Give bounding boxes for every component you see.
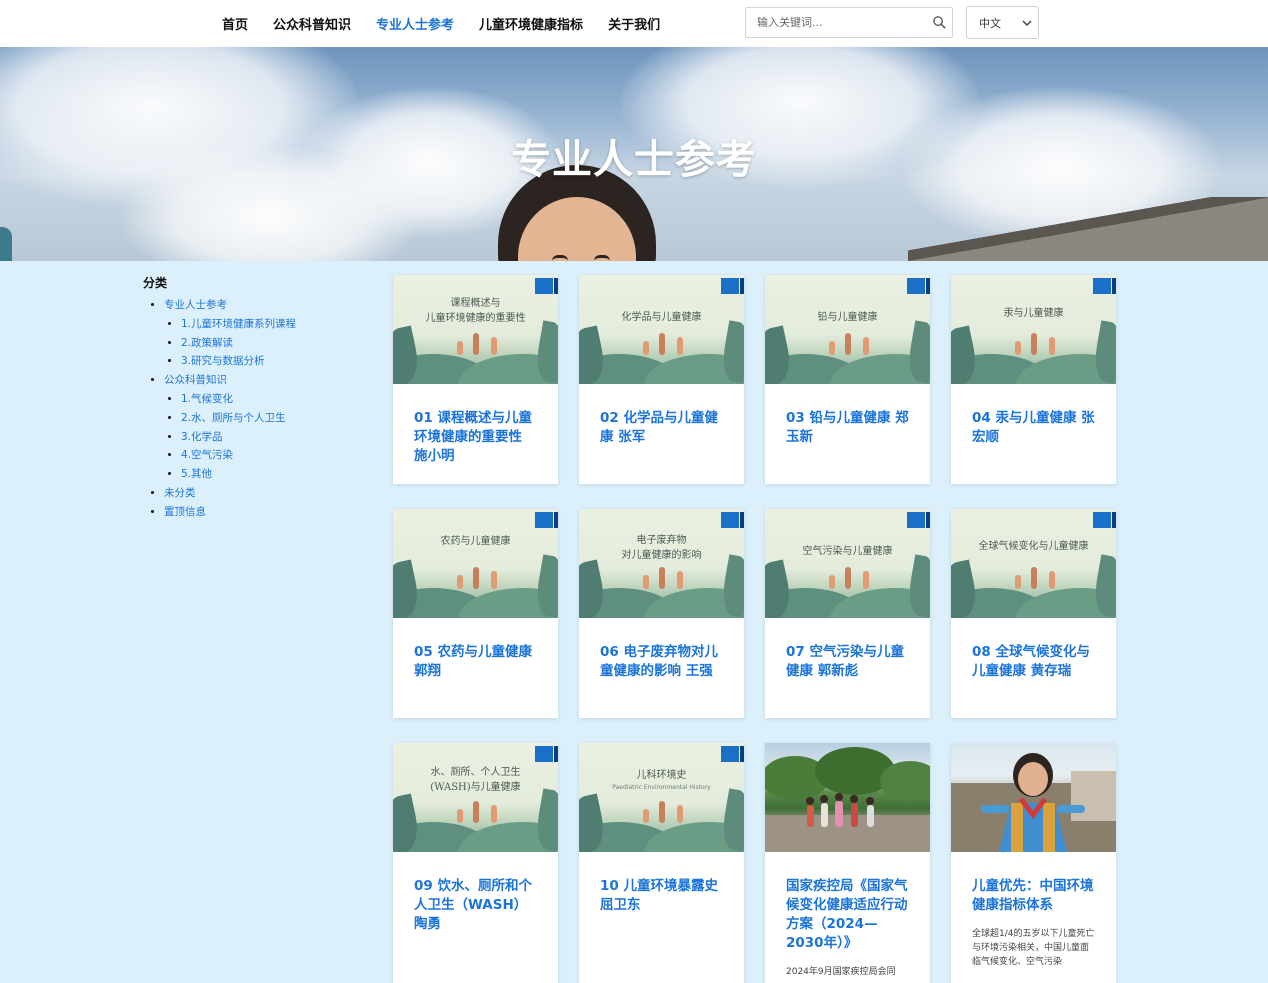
language-selected: 中文	[979, 16, 1001, 30]
card-title[interactable]: 01 课程概述与儿童环境健康的重要性 施小明	[393, 384, 558, 466]
card-thumbnail: 水、厕所、个人卫生 (WASH)与儿童健康	[393, 743, 558, 852]
card-title[interactable]: 08 全球气候变化与儿童健康 黄存瑞	[951, 618, 1116, 681]
category-item: 公众科普知识 1.气候变化 2.水、厕所与个人卫生 3.化学品 4.空气污染 5…	[164, 371, 373, 484]
category-link-professional[interactable]: 专业人士参考	[164, 299, 227, 311]
thumbnail-subtitle: Paediatric Environmental History	[612, 784, 711, 791]
article-card[interactable]: 国家疾控局《国家气候变化健康适应行动方案（2024—2030年）》 2024年9…	[765, 743, 930, 983]
article-card[interactable]: 铅与儿童健康 03 铅与儿童健康 郑玉新	[765, 275, 930, 484]
card-thumbnail: 铅与儿童健康	[765, 275, 930, 384]
category-link-pinned[interactable]: 置顶信息	[164, 506, 206, 518]
card-thumbnail: 儿科环境史 Paediatric Environmental History	[579, 743, 744, 852]
subcategory-link[interactable]: 1.气候变化	[181, 393, 233, 405]
nav-public-science[interactable]: 公众科普知识	[273, 14, 351, 33]
search-icon[interactable]	[932, 15, 947, 30]
hero-photo-eye	[594, 255, 610, 261]
card-title[interactable]: 05 农药与儿童健康 郭翔	[393, 618, 558, 681]
subcategory-item: 2.政策解读	[181, 334, 373, 353]
subcategory-link[interactable]: 4.空气污染	[181, 449, 233, 461]
article-card[interactable]: 农药与儿童健康 05 农药与儿童健康 郭翔	[393, 509, 558, 718]
card-title[interactable]: 国家疾控局《国家气候变化健康适应行动方案（2024—2030年）》	[765, 852, 930, 953]
thumbnail-title: 课程概述与 儿童环境健康的重要性	[425, 298, 526, 324]
hero-banner: 专业人士参考	[0, 47, 1268, 261]
article-card[interactable]: 汞与儿童健康 04 汞与儿童健康 张宏顺	[951, 275, 1116, 484]
card-photo-children-playground	[765, 743, 930, 852]
card-title[interactable]: 02 化学品与儿童健康 张军	[579, 384, 744, 447]
category-link-public[interactable]: 公众科普知识	[164, 374, 227, 386]
article-card[interactable]: 儿科环境史 Paediatric Environmental History 1…	[579, 743, 744, 983]
thumbnail-title: 农药与儿童健康	[440, 536, 511, 547]
thumbnail-title: 儿科环境史	[636, 770, 687, 781]
nav-child-env-health-indicators[interactable]: 儿童环境健康指标	[479, 14, 583, 33]
nav-professional-reference[interactable]: 专业人士参考	[376, 14, 454, 33]
card-thumbnail: 电子废弃物 对儿童健康的影响	[579, 509, 744, 618]
subcategory-list: 1.儿童环境健康系列课程 2.政策解读 3.研究与数据分析	[164, 315, 373, 371]
subcategory-item: 2.水、厕所与个人卫生	[181, 409, 373, 428]
edge-decoration	[0, 227, 12, 261]
article-card[interactable]: 全球气候变化与儿童健康 08 全球气候变化与儿童健康 黄存瑞	[951, 509, 1116, 718]
chevron-down-icon	[1022, 20, 1032, 27]
article-card[interactable]: 电子废弃物 对儿童健康的影响 06 电子废弃物对儿童健康的影响 王强	[579, 509, 744, 718]
thumbnail-title: 全球气候变化与儿童健康	[978, 541, 1089, 552]
hero-photo-eye	[552, 255, 568, 261]
subcategory-link[interactable]: 5.其他	[181, 468, 212, 480]
roof-decoration	[908, 197, 1268, 261]
card-title[interactable]: 07 空气污染与儿童健康 郭新彪	[765, 618, 930, 681]
card-title[interactable]: 10 儿童环境暴露史 屈卫东	[579, 852, 744, 915]
card-thumbnail: 化学品与儿童健康	[579, 275, 744, 384]
thumbnail-title: 电子废弃物 对儿童健康的影响	[621, 535, 702, 561]
card-title[interactable]: 09 饮水、厕所和个人卫生（WASH） 陶勇	[393, 852, 558, 934]
category-item: 未分类	[164, 484, 373, 503]
thumbnail-title: 空气污染与儿童健康	[802, 546, 893, 557]
subcategory-item: 3.研究与数据分析	[181, 352, 373, 371]
thumbnail-title: 汞与儿童健康	[1003, 308, 1064, 319]
card-thumbnail: 课程概述与 儿童环境健康的重要性	[393, 275, 558, 384]
subcategory-link[interactable]: 1.儿童环境健康系列课程	[181, 318, 296, 330]
page-title: 专业人士参考	[511, 137, 757, 183]
article-card[interactable]: 水、厕所、个人卫生 (WASH)与儿童健康 09 饮水、厕所和个人卫生（WASH…	[393, 743, 558, 983]
card-title[interactable]: 06 电子废弃物对儿童健康的影响 王强	[579, 618, 744, 681]
thumbnail-title: 化学品与儿童健康	[621, 312, 702, 323]
card-photo-child-smiling	[951, 743, 1116, 852]
article-card[interactable]: 课程概述与 儿童环境健康的重要性 01 课程概述与儿童环境健康的重要性 施小明	[393, 275, 558, 484]
article-card[interactable]: 儿童优先：中国环境健康指标体系 全球超1/4的五岁以下儿童死亡与环境污染相关，中…	[951, 743, 1116, 983]
top-bar: 首页 公众科普知识 专业人士参考 儿童环境健康指标 关于我们 中文	[0, 0, 1268, 47]
card-title[interactable]: 03 铅与儿童健康 郑玉新	[765, 384, 930, 447]
nav-about-us[interactable]: 关于我们	[608, 14, 660, 33]
subcategory-item: 3.化学品	[181, 428, 373, 447]
nav-home[interactable]: 首页	[222, 14, 248, 33]
category-item: 置顶信息	[164, 503, 373, 522]
subcategory-list: 1.气候变化 2.水、厕所与个人卫生 3.化学品 4.空气污染 5.其他	[164, 390, 373, 484]
subcategory-item: 1.气候变化	[181, 390, 373, 409]
card-title[interactable]: 儿童优先：中国环境健康指标体系	[951, 852, 1116, 915]
subcategory-link[interactable]: 2.政策解读	[181, 337, 233, 349]
search-box	[745, 7, 953, 38]
photo-illustration	[765, 747, 930, 852]
card-excerpt: 2024年9月国家疾控局会同	[786, 967, 896, 977]
subcategory-item: 1.儿童环境健康系列课程	[181, 315, 373, 334]
search-input[interactable]	[746, 8, 926, 37]
card-thumbnail: 农药与儿童健康	[393, 509, 558, 618]
subcategory-item: 4.空气污染	[181, 446, 373, 465]
category-list: 专业人士参考 1.儿童环境健康系列课程 2.政策解读 3.研究与数据分析 公众科…	[143, 296, 373, 522]
card-thumbnail: 汞与儿童健康	[951, 275, 1116, 384]
card-title[interactable]: 04 汞与儿童健康 张宏顺	[951, 384, 1116, 447]
thumbnail-title: 水、厕所、个人卫生 (WASH)与儿童健康	[430, 767, 521, 793]
card-thumbnail: 全球气候变化与儿童健康	[951, 509, 1116, 618]
article-card[interactable]: 化学品与儿童健康 02 化学品与儿童健康 张军	[579, 275, 744, 484]
category-item: 专业人士参考 1.儿童环境健康系列课程 2.政策解读 3.研究与数据分析	[164, 296, 373, 371]
card-excerpt: 全球超1/4的五岁以下儿童死亡与环境污染相关，中国儿童面临气候变化、空气污染	[972, 929, 1095, 967]
subcategory-item: 5.其他	[181, 465, 373, 484]
sidebar-heading: 分类	[143, 276, 168, 290]
main-nav: 首页 公众科普知识 专业人士参考 儿童环境健康指标 关于我们	[222, 0, 685, 47]
category-sidebar: 分类 专业人士参考 1.儿童环境健康系列课程 2.政策解读 3.研究与数据分析 …	[143, 274, 373, 522]
subcategory-link[interactable]: 3.研究与数据分析	[181, 355, 265, 367]
article-card[interactable]: 空气污染与儿童健康 07 空气污染与儿童健康 郭新彪	[765, 509, 930, 718]
subcategory-link[interactable]: 2.水、厕所与个人卫生	[181, 412, 286, 424]
card-thumbnail: 空气污染与儿童健康	[765, 509, 930, 618]
subcategory-link[interactable]: 3.化学品	[181, 431, 223, 443]
category-link-uncategorized[interactable]: 未分类	[164, 487, 196, 499]
photo-illustration	[951, 753, 1116, 852]
language-select[interactable]: 中文	[966, 6, 1039, 39]
thumbnail-title: 铅与儿童健康	[817, 312, 878, 323]
